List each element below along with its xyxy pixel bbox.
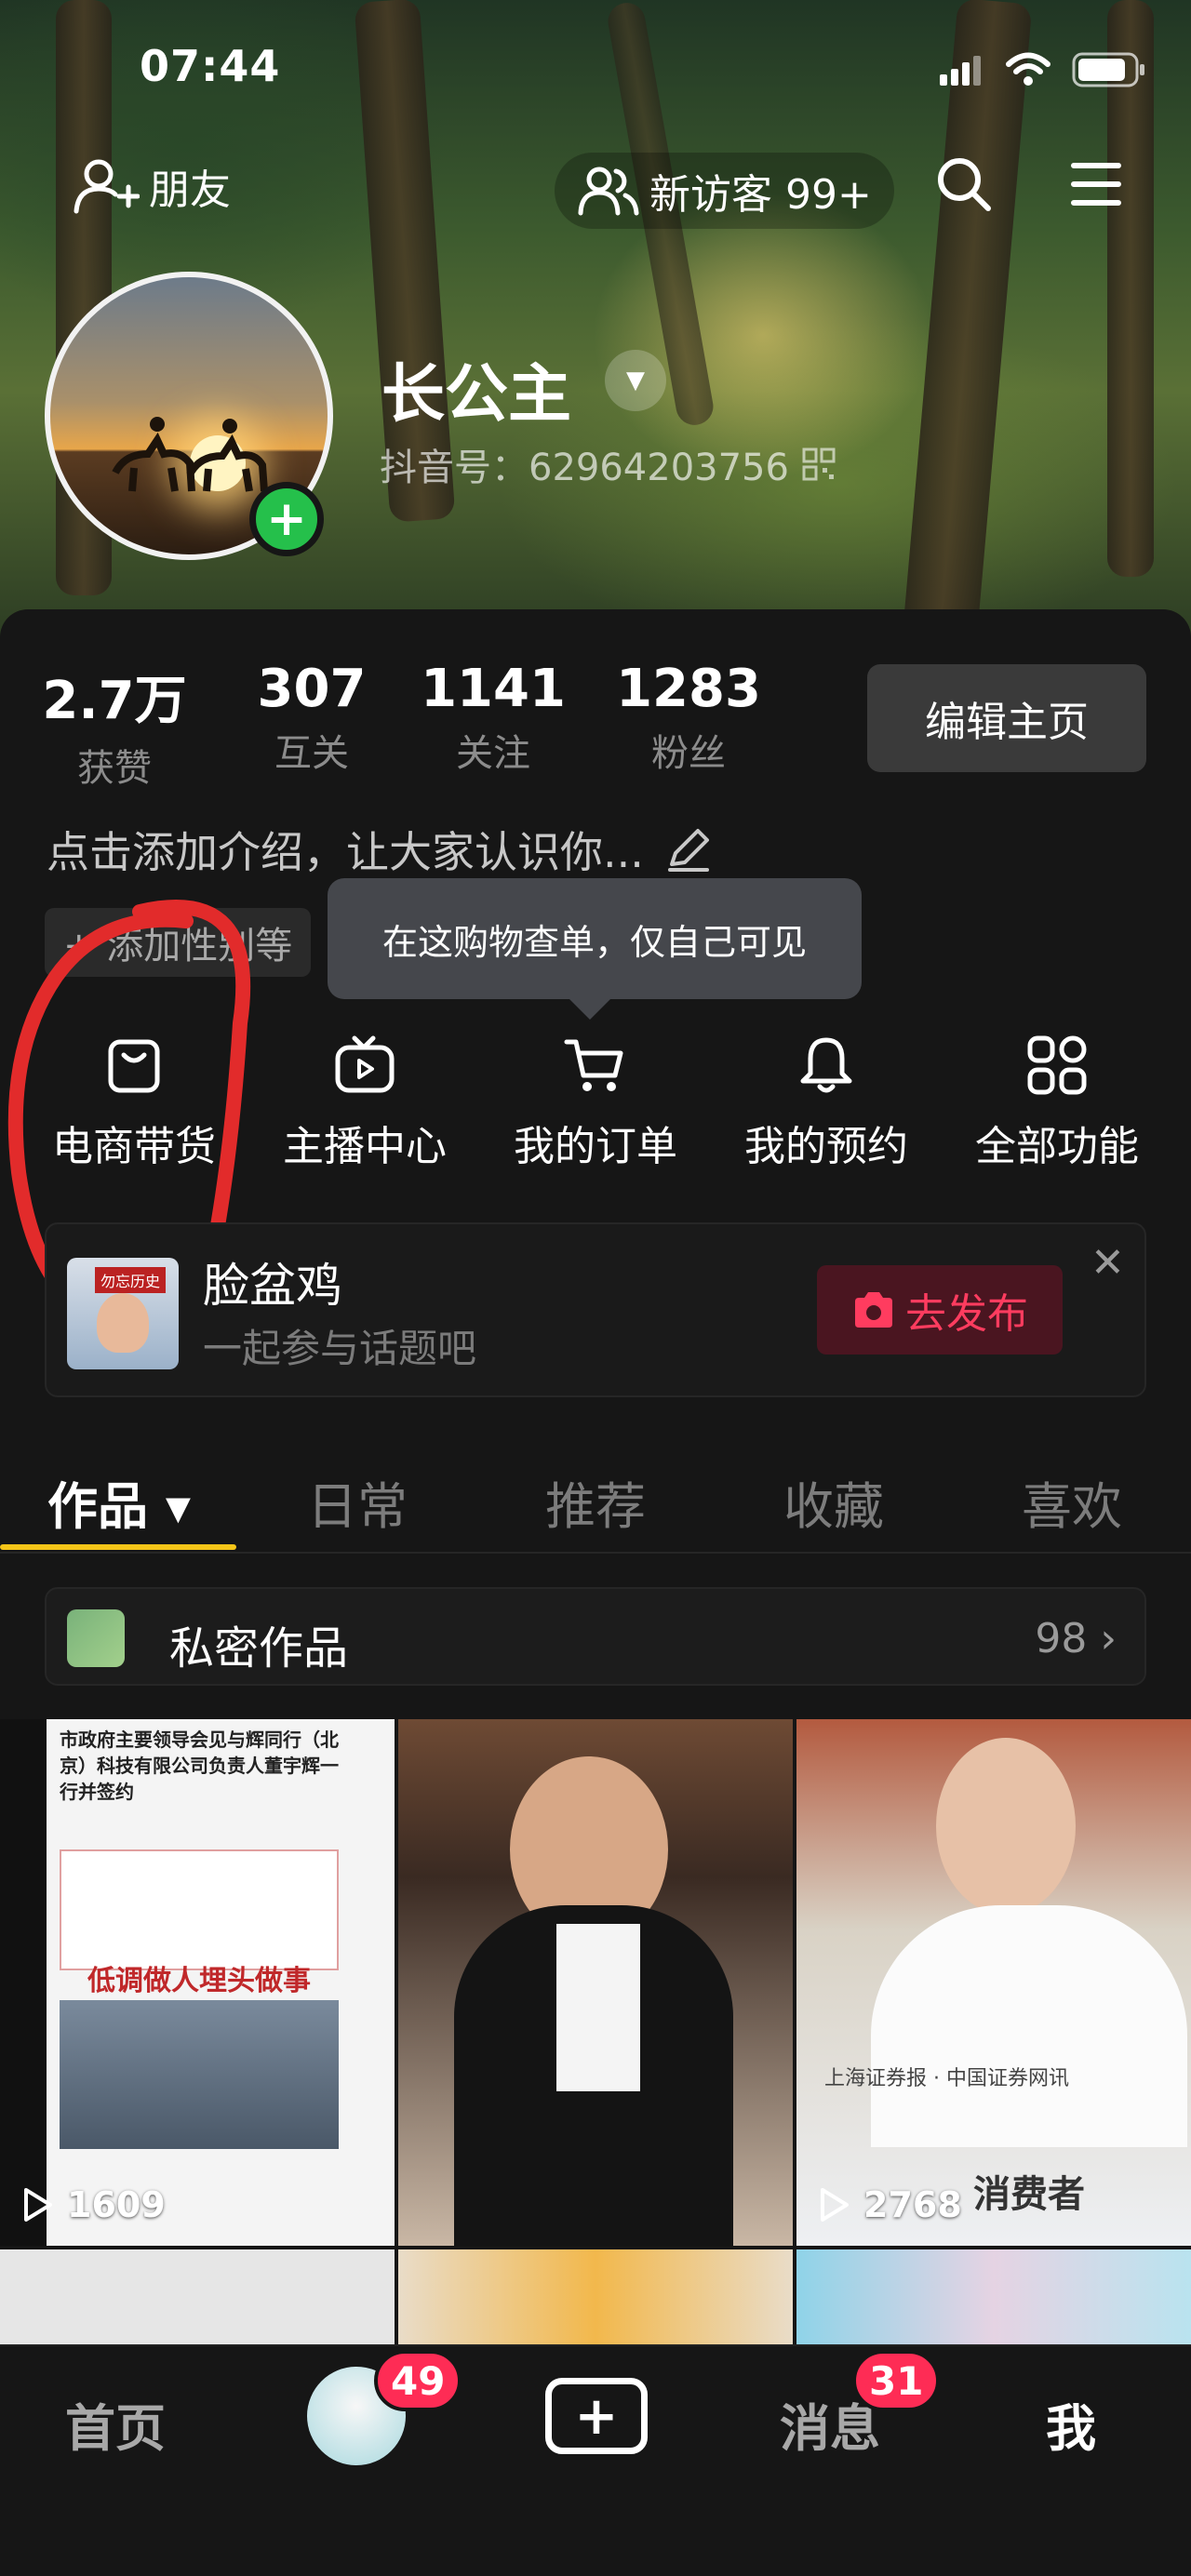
douyin-id-row[interactable]: 抖音号：62964203756 <box>380 437 836 491</box>
person-body <box>871 1905 1187 2147</box>
create-button[interactable]: + <box>545 2378 648 2454</box>
stat-value: 2.7万 <box>42 671 187 731</box>
function-label: 主播中心 <box>283 1123 447 1170</box>
video-thumbnail[interactable] <box>796 2249 1191 2352</box>
status-time: 07:44 <box>140 41 281 91</box>
function-my-reservations[interactable]: 我的预约 <box>711 1033 942 1172</box>
lock-icon <box>67 1609 125 1667</box>
tab-works[interactable]: 作品 ▾ <box>0 1451 238 1552</box>
private-works-label: 私密作品 <box>169 1622 349 1675</box>
topic-title: 脸盆鸡 <box>203 1259 342 1313</box>
play-count: 2768 <box>817 2184 962 2225</box>
edit-pencil-icon <box>667 829 709 872</box>
stat-value: 1141 <box>421 659 566 719</box>
play-count-value: 2768 <box>863 2184 962 2225</box>
friends-label: 朋友 <box>149 167 231 214</box>
content-tabs: 作品 ▾ 日常 推荐 收藏 喜欢 <box>0 1451 1191 1554</box>
function-label: 我的订单 <box>514 1123 677 1170</box>
riders-silhouette <box>112 417 268 492</box>
stat-value: 1283 <box>616 659 761 719</box>
stat-label: 获赞 <box>77 747 152 790</box>
nickname: 长公主 <box>381 358 572 432</box>
cart-icon <box>564 1039 623 1091</box>
tab-likes[interactable]: 喜欢 <box>953 1451 1191 1552</box>
news-box <box>60 1849 339 1970</box>
function-label: 我的预约 <box>744 1123 908 1170</box>
wifi-icon <box>1006 52 1050 86</box>
tab-favorites[interactable]: 收藏 <box>715 1451 953 1552</box>
person-head <box>936 1738 1076 1915</box>
friends-badge: 49 <box>374 2350 462 2411</box>
publish-label: 去发布 <box>905 1290 1028 1338</box>
video-thumbnail[interactable] <box>398 2249 793 2352</box>
stat-label: 粉丝 <box>651 732 726 775</box>
video-thumbnail[interactable] <box>0 2249 395 2352</box>
news-photo <box>60 2000 339 2149</box>
bell-icon <box>800 1037 852 1093</box>
stat-followers[interactable]: 1283 粉丝 <box>609 659 768 777</box>
play-icon <box>24 2188 52 2222</box>
tv-play-icon <box>335 1035 395 1093</box>
video-headline: 市政府主要领导会见与辉同行（北京）科技有限公司负责人董宇辉一行并签约 <box>60 1728 339 1803</box>
play-count-value: 1609 <box>67 2184 166 2225</box>
video-subtitle: 消费者 <box>973 2173 1085 2216</box>
function-label: 全部功能 <box>975 1123 1139 1170</box>
thumb-face <box>97 1293 149 1353</box>
active-tab-indicator <box>0 1544 236 1550</box>
orders-tooltip: 在这购物查单，仅自己可见 <box>328 878 862 1020</box>
stat-following[interactable]: 1141 关注 <box>414 659 572 777</box>
visitors-icon <box>578 167 639 216</box>
battery-icon <box>1072 52 1144 87</box>
person-shirt <box>556 1924 640 2091</box>
bottom-nav: 首页 49 + 消息 31 我 <box>0 2344 1191 2576</box>
status-icons <box>938 52 1146 87</box>
qr-code-icon <box>802 447 836 481</box>
tab-recommend[interactable]: 推荐 <box>476 1451 715 1552</box>
topic-card[interactable]: 勿忘历史 脸盆鸡 一起参与话题吧 去发布 ✕ <box>45 1222 1146 1397</box>
grid-icon <box>1027 1035 1087 1095</box>
close-icon[interactable]: ✕ <box>1091 1239 1125 1287</box>
nav-me[interactable]: 我 <box>1046 2387 1096 2461</box>
topic-subtitle: 一起参与话题吧 <box>203 1326 477 1371</box>
video-caption: 上海证券报 · 中国证券网讯 <box>824 2067 1069 2090</box>
stat-label: 互关 <box>274 732 349 775</box>
nav-home[interactable]: 首页 <box>65 2387 166 2461</box>
video-banner: 低调做人埋头做事 <box>87 1965 311 1997</box>
function-streamer-center[interactable]: 主播中心 <box>249 1033 480 1172</box>
video-thumbnail[interactable]: 市政府主要领导会见与辉同行（北京）科技有限公司负责人董宇辉一行并签约 低调做人埋… <box>0 1719 395 2246</box>
tab-daily[interactable]: 日常 <box>238 1451 476 1552</box>
topic-thumbnail: 勿忘历史 <box>67 1258 179 1369</box>
play-icon <box>821 2188 849 2222</box>
video-thumbnail[interactable] <box>398 1719 793 2246</box>
bio-row[interactable]: 点击添加介绍，让大家认识你... <box>47 819 715 880</box>
stat-value: 307 <box>257 659 367 719</box>
add-friend-icon <box>74 159 140 214</box>
thumb-edge <box>0 1719 47 2246</box>
thumb-caption: 勿忘历史 <box>95 1267 167 1293</box>
menu-icon[interactable] <box>1070 158 1122 210</box>
camera-icon <box>855 1292 892 1328</box>
function-my-orders[interactable]: 我的订单 <box>480 1033 711 1172</box>
new-visitors-button[interactable]: 新访客 99+ <box>555 153 894 229</box>
messages-badge: 31 <box>852 2350 941 2411</box>
stat-likes[interactable]: 2.7万 获赞 <box>35 659 194 792</box>
stat-label: 关注 <box>456 732 530 775</box>
play-count: 1609 <box>20 2184 166 2225</box>
new-visitors-label: 新访客 99+ <box>649 171 872 219</box>
bio-placeholder: 点击添加介绍，让大家认识你... <box>47 827 644 877</box>
signal-icon <box>940 56 981 86</box>
function-all[interactable]: 全部功能 <box>942 1033 1172 1172</box>
douyin-id: 抖音号：62964203756 <box>380 447 789 489</box>
account-switch-icon[interactable]: ▼ <box>605 350 666 411</box>
private-works-row[interactable]: 私密作品 98 › <box>45 1587 1146 1686</box>
private-works-count: 98 › <box>1035 1615 1117 1662</box>
add-avatar-button[interactable]: + <box>249 482 324 556</box>
friends-button[interactable]: 朋友 <box>73 156 231 216</box>
search-icon[interactable] <box>934 154 994 214</box>
stat-mutual[interactable]: 307 互关 <box>233 659 391 777</box>
edit-profile-button[interactable]: 编辑主页 <box>867 664 1146 772</box>
publish-button[interactable]: 去发布 <box>817 1265 1063 1355</box>
video-thumbnail[interactable]: 上海证券报 · 中国证券网讯 消费者 2768 <box>796 1719 1191 2246</box>
